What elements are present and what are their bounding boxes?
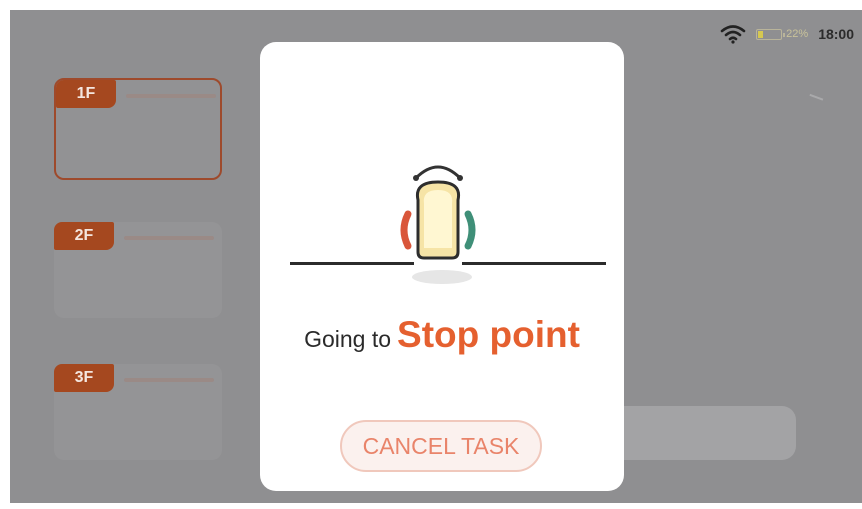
status-bar: 22% 18:00 <box>720 24 854 44</box>
floor-name-placeholder <box>124 378 214 382</box>
background-mark <box>806 93 824 109</box>
navigation-dialog: Going to Stop point CANCEL TASK <box>260 42 624 491</box>
app-screen: 22% 18:00 1F 2F 3F Going to Stop point C… <box>10 10 862 503</box>
background-action-bar <box>610 406 796 460</box>
battery-percent: 22% <box>786 28 809 40</box>
floor-name-placeholder <box>126 94 216 98</box>
cancel-task-button[interactable]: CANCEL TASK <box>340 420 542 472</box>
floor-tag-3f: 3F <box>54 364 114 392</box>
floor-name-placeholder <box>124 236 214 240</box>
battery-icon <box>756 28 786 40</box>
floor-tag-1f: 1F <box>56 80 116 108</box>
floor-card-2f[interactable]: 2F <box>54 222 222 318</box>
going-to-label: Going to <box>304 326 392 352</box>
floor-tag-2f: 2F <box>54 222 114 250</box>
track-line-right <box>462 262 606 265</box>
floor-card-1f[interactable]: 1F <box>54 78 222 180</box>
delivery-robot-icon <box>400 165 476 260</box>
destination-message: Going to Stop point <box>260 314 624 356</box>
track-line-left <box>290 262 414 265</box>
clock: 18:00 <box>818 26 854 42</box>
floor-card-3f[interactable]: 3F <box>54 364 222 460</box>
robot-shadow <box>412 270 472 284</box>
wifi-icon <box>720 25 746 44</box>
destination-name: Stop point <box>397 314 580 355</box>
battery-indicator: 22% <box>756 28 808 40</box>
